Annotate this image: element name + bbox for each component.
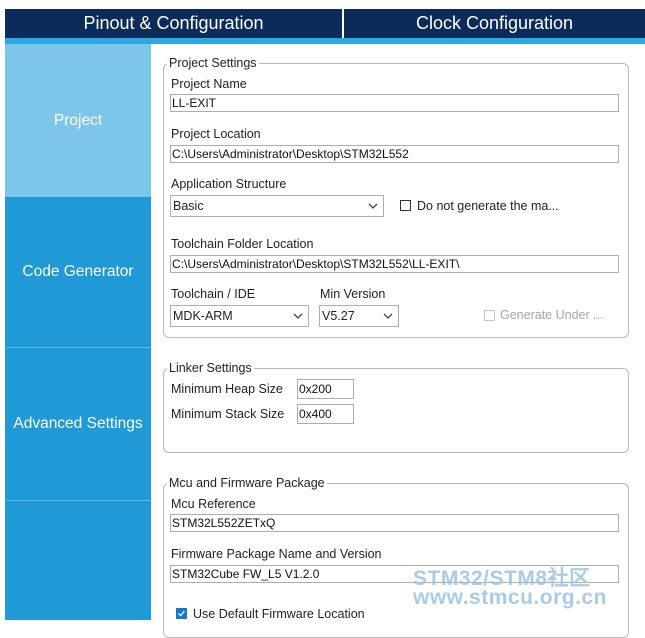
- toolchain-ide-select[interactable]: MDK-ARM: [170, 305, 309, 327]
- application-structure-label: Application Structure: [171, 177, 287, 191]
- sidebar-item-advanced-settings[interactable]: Advanced Settings: [5, 348, 151, 500]
- project-name-label: Project Name: [171, 77, 247, 91]
- toolchain-ide-label: Toolchain / IDE: [171, 287, 256, 301]
- project-location-label: Project Location: [171, 127, 261, 141]
- sidebar-item-project[interactable]: Project: [5, 44, 151, 197]
- toolchain-folder-input[interactable]: C:\Users\Administrator\Desktop\STM32L552…: [170, 255, 619, 273]
- minimum-stack-size-label: Minimum Stack Size: [171, 407, 285, 421]
- generate-under-root-checkbox[interactable]: [484, 310, 495, 321]
- toolchain-folder-label: Toolchain Folder Location: [171, 237, 314, 251]
- use-default-firmware-checkbox[interactable]: [176, 608, 187, 619]
- top-tab-bar: Pinout & Configuration Clock Configurati…: [5, 9, 645, 38]
- check-icon: [178, 610, 185, 617]
- do-not-generate-checkbox[interactable]: [400, 200, 411, 211]
- project-settings-legend: Project Settings: [169, 56, 257, 70]
- min-version-select[interactable]: V5.27: [319, 305, 399, 327]
- sidebar-item-label: Project: [53, 111, 103, 129]
- sidebar-item-label: Advanced Settings: [13, 415, 143, 432]
- sidebar-item-label: Code Generator: [22, 263, 134, 280]
- chevron-down-icon: [383, 313, 393, 319]
- min-version-value: V5.27: [322, 309, 355, 323]
- sidebar-item-code-generator[interactable]: Code Generator: [5, 197, 151, 347]
- linker-settings-legend: Linker Settings: [169, 361, 252, 375]
- generate-under-root-label: Generate Under ...: [500, 308, 604, 322]
- project-name-input[interactable]: LL-EXIT: [170, 94, 619, 112]
- minimum-stack-size-input[interactable]: 0x400: [297, 404, 354, 424]
- firmware-package-label: Firmware Package Name and Version: [171, 547, 382, 561]
- min-version-label: Min Version: [320, 287, 386, 301]
- minimum-heap-size-input[interactable]: 0x200: [297, 379, 354, 399]
- mcu-reference-label: Mcu Reference: [171, 497, 256, 511]
- tab-clock-configuration[interactable]: Clock Configuration: [344, 9, 645, 38]
- tab-pinout-configuration[interactable]: Pinout & Configuration: [5, 9, 342, 38]
- project-location-input[interactable]: C:\Users\Administrator\Desktop\STM32L552: [170, 145, 619, 163]
- watermark-line-2: www.stmcu.org.cn: [413, 586, 607, 609]
- minimum-heap-size-label: Minimum Heap Size: [171, 382, 283, 396]
- mcu-firmware-legend: Mcu and Firmware Package: [169, 476, 325, 490]
- do-not-generate-label: Do not generate the ma...: [417, 199, 559, 213]
- chevron-down-icon: [368, 203, 378, 209]
- sidebar-divider: [5, 500, 151, 501]
- mcu-reference-input[interactable]: STM32L552ZETxQ: [170, 514, 619, 532]
- chevron-down-icon: [293, 313, 303, 319]
- use-default-firmware-label: Use Default Firmware Location: [193, 607, 365, 621]
- toolchain-ide-value: MDK-ARM: [173, 309, 233, 323]
- sidebar: Project Code Generator Advanced Settings: [5, 44, 151, 620]
- application-structure-select[interactable]: Basic: [170, 195, 384, 217]
- application-structure-value: Basic: [173, 199, 204, 213]
